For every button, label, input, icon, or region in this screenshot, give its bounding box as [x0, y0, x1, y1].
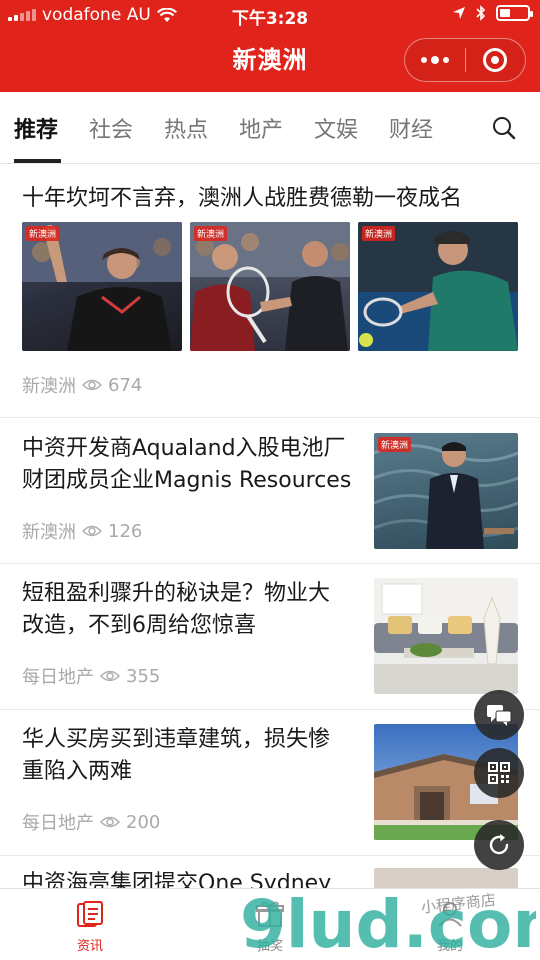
more-menu-button[interactable]	[405, 39, 465, 81]
target-circle-icon	[483, 48, 508, 72]
article-views: 674	[108, 374, 143, 396]
article-title: 短租盈利骤升的秘诀是？物业大 改造，不到6周给您惊喜	[22, 581, 331, 638]
tab-society[interactable]: 社会	[89, 112, 133, 144]
bottom-nav: 资讯 抽奖 我的	[0, 888, 540, 960]
tab-recommended[interactable]: 推荐	[14, 112, 58, 144]
source-tag: 新澳洲	[378, 437, 412, 452]
article-image: 新澳洲	[358, 222, 518, 351]
article-source: 新澳洲	[22, 522, 76, 543]
nav-news-label: 资讯	[76, 939, 103, 954]
app-header: vodafone AU 下午3:28 新澳洲	[0, 0, 540, 92]
tab-finance[interactable]: 财经	[389, 112, 433, 144]
article-title: 十年坎坷不言弃，澳洲人战胜费德勒一夜成名	[22, 186, 463, 211]
article-source: 新澳洲	[22, 376, 76, 397]
source-tag: 新澳洲	[26, 226, 60, 241]
nav-profile[interactable]: 我的	[390, 899, 510, 954]
article-meta: 新澳洲 674	[22, 372, 142, 398]
article-source: 每日地产	[22, 813, 94, 834]
chat-bubbles-icon	[487, 705, 512, 726]
refresh-icon	[489, 834, 509, 855]
gift-icon	[256, 901, 284, 927]
nav-profile-label: 我的	[436, 939, 463, 954]
article-image: 新澳洲	[190, 222, 350, 351]
active-tab-indicator	[14, 159, 61, 163]
source-tag: 新澳洲	[194, 226, 228, 241]
search-icon[interactable]	[492, 116, 516, 140]
article-meta: 新澳洲 126	[22, 518, 142, 544]
news-list-icon	[77, 901, 103, 927]
more-dots-icon	[420, 55, 449, 64]
miniprogram-capsule	[404, 38, 526, 82]
article-title: 中资开发商Aqualand入股电池厂 财团成员企业Magnis Resource…	[22, 436, 352, 493]
nav-lottery[interactable]: 抽奖	[210, 899, 330, 954]
article-source: 每日地产	[22, 667, 94, 688]
chat-float-button[interactable]	[474, 690, 524, 740]
article-card[interactable]: 十年坎坷不言弃，澳洲人战胜费德勒一夜成名 新澳洲 新澳洲 新澳洲 新澳洲 674	[0, 165, 540, 418]
article-card[interactable]: 华人买房买到违章建筑，损失惨 重陷入两难 每日地产 200	[0, 710, 540, 856]
tab-hot[interactable]: 热点	[164, 112, 208, 144]
article-meta: 每日地产 355	[22, 663, 160, 689]
refresh-float-button[interactable]	[474, 820, 524, 870]
article-views: 200	[126, 811, 161, 833]
qrcode-icon	[488, 762, 510, 784]
category-tabs: 推荐 社会 热点 地产 文娱 财经	[0, 92, 540, 164]
tab-entertainment[interactable]: 文娱	[314, 112, 358, 144]
article-title: 华人买房买到违章建筑，损失惨 重陷入两难	[22, 727, 331, 784]
status-bar: vodafone AU 下午3:28	[0, 0, 540, 30]
close-miniprogram-button[interactable]	[466, 39, 526, 81]
article-card[interactable]: 短租盈利骤升的秘诀是？物业大 改造，不到6周给您惊喜 每日地产 355	[0, 564, 540, 710]
article-image: 新澳洲	[22, 222, 182, 351]
user-icon	[438, 902, 462, 927]
article-image: 新澳洲	[374, 433, 518, 549]
article-image	[374, 578, 518, 694]
bluetooth-icon	[476, 5, 486, 21]
source-tag: 新澳洲	[362, 226, 396, 241]
views-eye-icon	[100, 816, 120, 828]
article-views: 355	[126, 665, 161, 687]
qrcode-float-button[interactable]	[474, 748, 524, 798]
tab-property[interactable]: 地产	[239, 112, 283, 144]
views-eye-icon	[100, 670, 120, 682]
location-icon	[453, 7, 465, 19]
nav-lottery-label: 抽奖	[256, 939, 283, 954]
nav-news[interactable]: 资讯	[30, 899, 150, 954]
views-eye-icon	[82, 525, 102, 537]
article-card[interactable]: 中资开发商Aqualand入股电池厂 财团成员企业Magnis Resource…	[0, 418, 540, 564]
article-meta: 每日地产 200	[22, 809, 160, 835]
article-views: 126	[108, 520, 143, 542]
battery-icon	[496, 5, 533, 21]
views-eye-icon	[82, 379, 102, 391]
